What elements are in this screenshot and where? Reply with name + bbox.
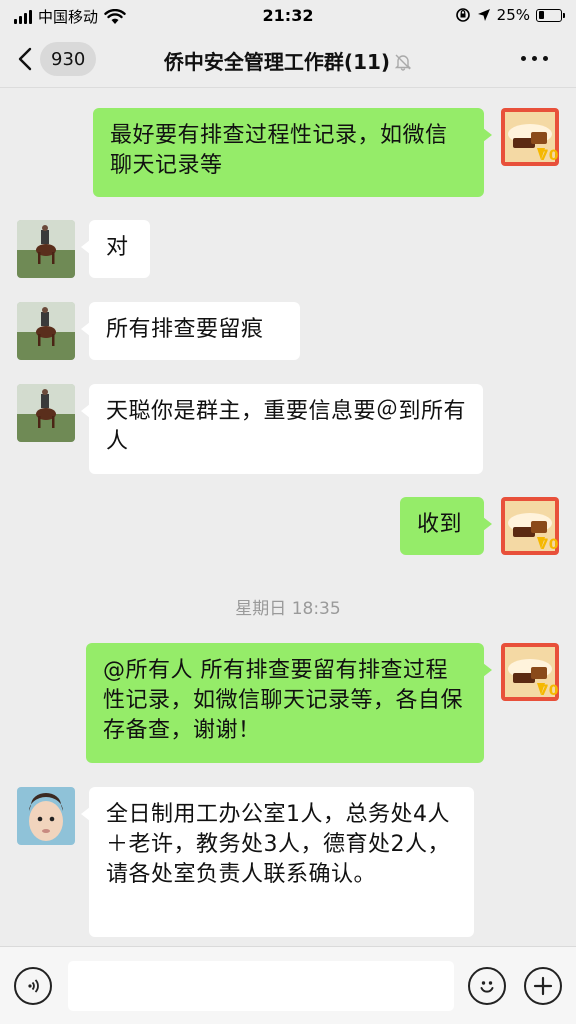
message-bubble-incoming[interactable]: 全日制用工办公室1人，总务处4人＋老许，教务处3人，德育处2人，请各处室负责人联… [81,787,474,937]
emoji-icon [480,981,494,993]
message-bubble-incoming[interactable]: 对 [81,220,150,278]
message-bubble-outgoing[interactable]: 收到 [400,497,492,555]
battery-fill [538,11,544,19]
message-input[interactable] [68,961,454,1011]
location-icon [477,9,490,21]
chat-title: 侨中安全管理工作群(11) [163,50,391,74]
message-bubble-incoming[interactable]: 所有排查要留痕 [81,302,300,360]
message-bubble-outgoing[interactable]: @所有人 所有排查要留有排查过程性记录，如微信聊天记录等，各自保存备查，谢谢！ [86,643,492,763]
voice-icon [28,979,39,993]
sender-avatar-rider[interactable] [17,384,75,442]
message-text: 最好要有排查过程性记录，如微信聊天记录等 [110,123,448,178]
message-text: 全日制用工办公室1人，总务处4人＋老许，教务处3人，德育处2人，请各处室负责人联… [106,802,450,887]
mute-bell-icon [394,54,412,71]
more-icon[interactable] [521,56,548,61]
sender-avatar-rider[interactable] [17,302,75,360]
chat-header: 930 侨中安全管理工作群(11) [0,30,576,88]
orientation-lock-icon [455,8,470,22]
self-avatar[interactable] [501,497,559,555]
input-bar [0,946,576,1024]
message-text: 对 [106,235,129,260]
plus-icon [533,976,553,996]
battery-icon [536,8,565,22]
status-right: 25% [455,6,565,24]
message-bubble-incoming[interactable]: 天聪你是群主，重要信息要＠到所有人 [81,384,483,474]
time-separator: 星期日 18:35 [235,599,341,619]
sender-avatar-baby[interactable] [17,787,75,845]
self-avatar[interactable] [501,108,559,166]
chat-title-wrap: 侨中安全管理工作群(11) [0,46,576,75]
self-avatar[interactable] [501,643,559,701]
message-text: 收到 [417,512,463,537]
status-bar: 中国移动 21:32 25% [0,0,576,30]
emoji-button[interactable] [468,967,506,1005]
plus-button[interactable] [524,967,562,1005]
message-bubble-outgoing[interactable]: 最好要有排查过程性记录，如微信聊天记录等 [93,108,492,197]
voice-button[interactable] [14,967,52,1005]
message-text: @所有人 所有排查要留有排查过程性记录，如微信聊天记录等，各自保存备查，谢谢！ [103,658,464,743]
message-text: 所有排查要留痕 [106,317,264,342]
battery-percent: 25% [496,6,530,24]
message-text: 天聪你是群主，重要信息要＠到所有人 [106,399,467,454]
sender-avatar-rider[interactable] [17,220,75,278]
